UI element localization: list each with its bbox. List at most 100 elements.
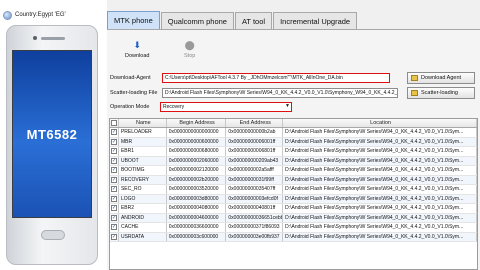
row-checkbox-cell[interactable]: ✓ [110, 156, 119, 165]
table-row[interactable]: ✓ UBOOT 0x0000000002060000 0x000000000209ab… [110, 156, 477, 166]
tab-at-tool[interactable]: AT tool [234, 12, 273, 29]
row-name: UBOOT [119, 156, 167, 165]
table-row[interactable]: ✓ PRELOADER 0x0000000000000000 0x0000000000… [110, 128, 477, 138]
row-checkbox[interactable]: ✓ [110, 186, 117, 193]
tab-incremental-upgrade[interactable]: Incremental Upgrade [273, 12, 358, 29]
tab-qualcomm-phone[interactable]: Qualcomm phone [160, 12, 234, 29]
header-checkbox-cell[interactable] [110, 119, 119, 127]
row-checkbox[interactable]: ✓ [110, 224, 117, 231]
row-name: EBR2 [119, 204, 167, 213]
table-row[interactable]: ✓ USRDATA 0x000000003c600000 0x000000003e00… [110, 232, 477, 242]
row-checkbox[interactable]: ✓ [110, 148, 117, 155]
row-checkbox[interactable]: ✓ [110, 214, 117, 221]
stop-button[interactable]: ⬤ Stop [184, 40, 195, 59]
table-row[interactable]: ✓ SEC_RO 0x0000000003520000 0x0000000003540… [110, 185, 477, 195]
operation-mode-select[interactable]: Recovery ▼ [160, 102, 292, 112]
row-checkbox-cell[interactable]: ✓ [110, 204, 119, 213]
row-checkbox-cell[interactable]: ✓ [110, 175, 119, 184]
table-row[interactable]: ✓ BOOTIMG 0x0000000002120000 0x0000000002a5… [110, 166, 477, 176]
row-name: USRDATA [119, 232, 167, 241]
row-checkbox-cell[interactable]: ✓ [110, 147, 119, 156]
row-location: D:\Android Flash Files\Symphony\W Series… [283, 232, 477, 241]
country-indicator: Country:Egypt 'EG' [3, 9, 66, 21]
row-checkbox[interactable]: ✓ [110, 157, 117, 164]
row-end-address: 0x000000000209ab43 [226, 156, 284, 165]
row-end-address: 0x00000000006801ff [226, 147, 284, 156]
scatter-field[interactable]: D:\Android Flash Files\Symphony\W Series… [162, 88, 398, 98]
row-begin-address: 0x0000000000000000 [167, 128, 227, 137]
row-end-address: 0x00000000371f86093 [226, 223, 284, 232]
row-name: PRELOADER [119, 128, 167, 137]
row-checkbox-cell[interactable]: ✓ [110, 213, 119, 222]
row-location: D:\Android Flash Files\Symphony\W Series… [283, 128, 477, 137]
header-begin-address[interactable]: Begin Address [167, 119, 227, 127]
header-end-address[interactable]: End Address [226, 119, 284, 127]
scatter-loading-button[interactable]: Scatter-loading [407, 87, 475, 99]
row-name: MBR [119, 137, 167, 146]
row-checkbox-cell[interactable]: ✓ [110, 223, 119, 232]
tab-mtk-phone[interactable]: MTK phone [107, 11, 160, 29]
stop-label: Stop [184, 53, 196, 59]
folder-icon [411, 75, 418, 81]
header-name[interactable]: Name [119, 119, 167, 127]
download-agent-row: Download-Agent C:\Users\pt\Desktop\AFToo… [110, 73, 390, 83]
download-button[interactable]: ⬇ Download [125, 40, 149, 59]
row-checkbox[interactable]: ✓ [110, 195, 117, 202]
row-checkbox[interactable]: ✓ [110, 233, 117, 240]
row-end-address: 0x00000000031f99ff [226, 175, 284, 184]
row-begin-address: 0x0000000036600000 [167, 223, 227, 232]
row-checkbox-cell[interactable]: ✓ [110, 128, 119, 137]
download-arrow-icon: ⬇ [133, 40, 141, 50]
row-end-address: 0x000000003e00fb937 [226, 232, 284, 241]
download-agent-label: Download-Agent [110, 75, 151, 81]
main-panel: MTK phone Qualcomm phone AT tool Increme… [107, 0, 480, 270]
row-end-address: 0x00000000035407ff [226, 185, 284, 194]
table-row[interactable]: ✓ RECOVERY 0x0000000002b20000 0x00000000031… [110, 175, 477, 185]
row-begin-address: 0x0000000002b20000 [167, 175, 227, 184]
scatter-label: Scatter-loading File [110, 90, 158, 96]
table-header: Name Begin Address End Address Location [110, 119, 477, 128]
row-end-address: 0x00000000040801ff [226, 204, 284, 213]
table-row[interactable]: ✓ MBR 0x0000000000600000 0x00000000006001ff… [110, 137, 477, 147]
header-location[interactable]: Location [283, 119, 477, 127]
row-begin-address: 0x0000000002120000 [167, 166, 227, 175]
row-location: D:\Android Flash Files\Symphony\W Series… [283, 175, 477, 184]
row-end-address: 0x00000000000b2ab [226, 128, 284, 137]
row-location: D:\Android Flash Files\Symphony\W Series… [283, 156, 477, 165]
row-begin-address: 0x0000000000680000 [167, 147, 227, 156]
row-name: CACHE [119, 223, 167, 232]
table-body: ✓ PRELOADER 0x0000000000000000 0x0000000000… [110, 128, 477, 242]
row-end-address: 0x00000000036651cebb [228, 213, 284, 222]
select-all-checkbox[interactable] [110, 120, 117, 126]
chevron-down-icon: ▼ [285, 103, 290, 109]
row-checkbox[interactable]: ✓ [110, 176, 117, 183]
row-name: BOOTIMG [119, 166, 167, 175]
row-end-address: 0x0000000002a5afff [226, 166, 284, 175]
partition-table: Name Begin Address End Address Location … [109, 118, 478, 270]
row-checkbox-cell[interactable]: ✓ [110, 137, 119, 146]
phone-image: MT6582 [6, 25, 98, 265]
table-row[interactable]: ✓ CACHE 0x0000000036600000 0x00000000371f86… [110, 223, 477, 233]
table-row[interactable]: ✓ ANDROID 0x0000000004600000 0x000000000366… [110, 213, 477, 223]
row-location: D:\Android Flash Files\Symphony\W Series… [283, 185, 477, 194]
row-checkbox-cell[interactable]: ✓ [110, 166, 119, 175]
table-row[interactable]: ✓ EBR1 0x0000000000680000 0x00000000006801f… [110, 147, 477, 157]
operation-mode-value: Recovery [160, 102, 292, 112]
row-end-address: 0x00000000003efcd0f [226, 194, 284, 203]
table-row[interactable]: ✓ EBR2 0x0000000004080000 0x00000000040801f… [110, 204, 477, 214]
row-name: RECOVERY [119, 175, 167, 184]
row-checkbox-cell[interactable]: ✓ [110, 194, 119, 203]
speaker-grille [41, 37, 65, 40]
download-agent-button[interactable]: Download Agent [407, 72, 475, 84]
row-checkbox[interactable]: ✓ [110, 129, 117, 136]
row-checkbox[interactable]: ✓ [110, 138, 117, 145]
table-row[interactable]: ✓ LOGO 0x0000000003d80000 0x00000000003efcd… [110, 194, 477, 204]
row-name: SEC_RO [119, 185, 167, 194]
download-agent-field[interactable]: C:\Users\pt\Desktop\AFTool 4.3.7 By _JDh… [162, 73, 390, 83]
tab-bar: MTK phone Qualcomm phone AT tool Increme… [107, 11, 358, 29]
row-checkbox[interactable]: ✓ [110, 167, 117, 174]
row-checkbox[interactable]: ✓ [110, 205, 117, 212]
row-checkbox-cell[interactable]: ✓ [110, 185, 119, 194]
stop-icon: ⬤ [184, 40, 195, 50]
row-checkbox-cell[interactable]: ✓ [110, 232, 119, 241]
